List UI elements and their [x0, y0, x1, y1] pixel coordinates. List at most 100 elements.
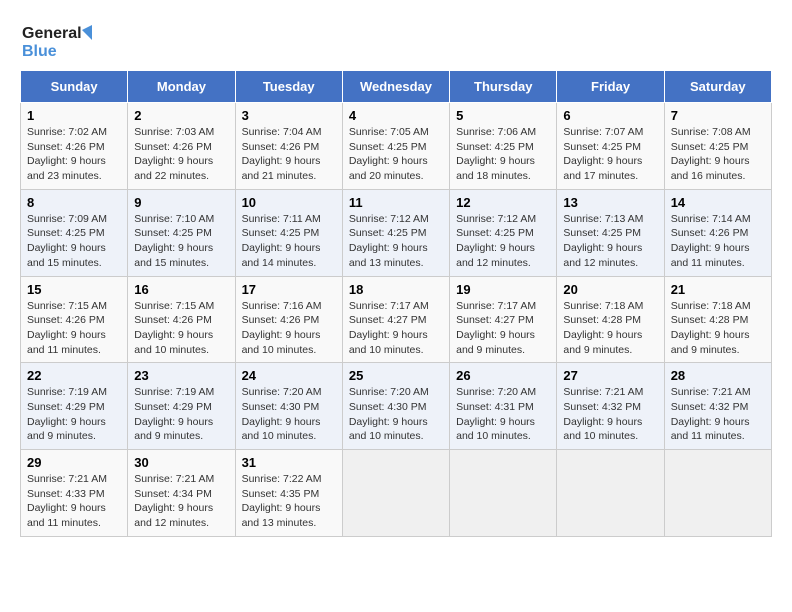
day-number: 14 — [671, 195, 765, 210]
day-number: 9 — [134, 195, 228, 210]
table-row: 13 Sunrise: 7:13 AMSunset: 4:25 PMDayligh… — [557, 189, 664, 276]
day-number: 13 — [563, 195, 657, 210]
table-row: 19 Sunrise: 7:17 AMSunset: 4:27 PMDayligh… — [450, 276, 557, 363]
table-row: 8 Sunrise: 7:09 AMSunset: 4:25 PMDaylight… — [21, 189, 128, 276]
col-header-saturday: Saturday — [664, 71, 771, 103]
table-row: 3Sunrise: 7:04 AMSunset: 4:26 PMDaylight… — [235, 103, 342, 190]
day-info: Sunrise: 7:06 AMSunset: 4:25 PMDaylight:… — [456, 125, 550, 184]
day-number: 11 — [349, 195, 443, 210]
page-header: GeneralBlue — [20, 20, 772, 60]
table-row — [557, 450, 664, 537]
day-info: Sunrise: 7:03 AMSunset: 4:26 PMDaylight:… — [134, 125, 228, 184]
table-row: 4 Sunrise: 7:05 AMSunset: 4:25 PMDaylight… — [342, 103, 449, 190]
table-row: 10 Sunrise: 7:11 AMSunset: 4:25 PMDayligh… — [235, 189, 342, 276]
day-number: 23 — [134, 368, 228, 383]
table-row: 26Sunrise: 7:20 AMSunset: 4:31 PMDayligh… — [450, 363, 557, 450]
day-info: Sunrise: 7:18 AMSunset: 4:28 PMDaylight:… — [563, 299, 657, 358]
table-row: 17Sunrise: 7:16 AMSunset: 4:26 PMDayligh… — [235, 276, 342, 363]
svg-text:Blue: Blue — [22, 43, 57, 60]
day-number: 29 — [27, 455, 121, 470]
table-row: 22Sunrise: 7:19 AMSunset: 4:29 PMDayligh… — [21, 363, 128, 450]
week-row-3: 15 Sunrise: 7:15 AMSunset: 4:26 PMDayligh… — [21, 276, 772, 363]
day-number: 19 — [456, 282, 550, 297]
day-info: Sunrise: 7:12 AMSunset: 4:25 PMDaylight:… — [456, 212, 550, 271]
day-info: Sunrise: 7:21 AMSunset: 4:34 PMDaylight:… — [134, 472, 228, 531]
day-info: Sunrise: 7:21 AMSunset: 4:32 PMDaylight:… — [671, 385, 765, 444]
day-number: 2 — [134, 108, 228, 123]
table-row: 21 Sunrise: 7:18 AMSunset: 4:28 PMDayligh… — [664, 276, 771, 363]
table-row: 29Sunrise: 7:21 AMSunset: 4:33 PMDayligh… — [21, 450, 128, 537]
day-number: 20 — [563, 282, 657, 297]
day-info: Sunrise: 7:02 AMSunset: 4:26 PMDaylight:… — [27, 125, 121, 184]
table-row: 15 Sunrise: 7:15 AMSunset: 4:26 PMDayligh… — [21, 276, 128, 363]
day-number: 12 — [456, 195, 550, 210]
calendar-header: SundayMondayTuesdayWednesdayThursdayFrid… — [21, 71, 772, 103]
week-row-2: 8 Sunrise: 7:09 AMSunset: 4:25 PMDaylight… — [21, 189, 772, 276]
day-number: 18 — [349, 282, 443, 297]
day-number: 6 — [563, 108, 657, 123]
table-row: 11 Sunrise: 7:12 AMSunset: 4:25 PMDayligh… — [342, 189, 449, 276]
col-header-sunday: Sunday — [21, 71, 128, 103]
day-number: 16 — [134, 282, 228, 297]
day-info: Sunrise: 7:15 AMSunset: 4:26 PMDaylight:… — [27, 299, 121, 358]
table-row: 31 Sunrise: 7:22 AMSunset: 4:35 PMDayligh… — [235, 450, 342, 537]
day-info: Sunrise: 7:13 AMSunset: 4:25 PMDaylight:… — [563, 212, 657, 271]
day-info: Sunrise: 7:17 AMSunset: 4:27 PMDaylight:… — [349, 299, 443, 358]
day-info: Sunrise: 7:20 AMSunset: 4:31 PMDaylight:… — [456, 385, 550, 444]
table-row — [342, 450, 449, 537]
day-info: Sunrise: 7:19 AMSunset: 4:29 PMDaylight:… — [27, 385, 121, 444]
table-row: 1 Sunrise: 7:02 AMSunset: 4:26 PMDaylight… — [21, 103, 128, 190]
day-info: Sunrise: 7:19 AMSunset: 4:29 PMDaylight:… — [134, 385, 228, 444]
table-row: 28Sunrise: 7:21 AMSunset: 4:32 PMDayligh… — [664, 363, 771, 450]
day-info: Sunrise: 7:09 AMSunset: 4:25 PMDaylight:… — [27, 212, 121, 271]
svg-text:General: General — [22, 25, 82, 42]
table-row: 30 Sunrise: 7:21 AMSunset: 4:34 PMDayligh… — [128, 450, 235, 537]
day-info: Sunrise: 7:14 AMSunset: 4:26 PMDaylight:… — [671, 212, 765, 271]
table-row: 16 Sunrise: 7:15 AMSunset: 4:26 PMDayligh… — [128, 276, 235, 363]
day-info: Sunrise: 7:05 AMSunset: 4:25 PMDaylight:… — [349, 125, 443, 184]
table-row: 6Sunrise: 7:07 AMSunset: 4:25 PMDaylight… — [557, 103, 664, 190]
table-row: 20 Sunrise: 7:18 AMSunset: 4:28 PMDayligh… — [557, 276, 664, 363]
table-row: 12 Sunrise: 7:12 AMSunset: 4:25 PMDayligh… — [450, 189, 557, 276]
table-row — [450, 450, 557, 537]
day-number: 10 — [242, 195, 336, 210]
day-number: 15 — [27, 282, 121, 297]
day-info: Sunrise: 7:10 AMSunset: 4:25 PMDaylight:… — [134, 212, 228, 271]
day-number: 25 — [349, 368, 443, 383]
day-number: 8 — [27, 195, 121, 210]
table-row: 24 Sunrise: 7:20 AMSunset: 4:30 PMDayligh… — [235, 363, 342, 450]
calendar-table: SundayMondayTuesdayWednesdayThursdayFrid… — [20, 70, 772, 537]
day-number: 31 — [242, 455, 336, 470]
logo-icon: GeneralBlue — [20, 20, 100, 60]
day-info: Sunrise: 7:22 AMSunset: 4:35 PMDaylight:… — [242, 472, 336, 531]
day-info: Sunrise: 7:11 AMSunset: 4:25 PMDaylight:… — [242, 212, 336, 271]
day-number: 3 — [242, 108, 336, 123]
day-number: 5 — [456, 108, 550, 123]
day-info: Sunrise: 7:15 AMSunset: 4:26 PMDaylight:… — [134, 299, 228, 358]
day-info: Sunrise: 7:18 AMSunset: 4:28 PMDaylight:… — [671, 299, 765, 358]
col-header-tuesday: Tuesday — [235, 71, 342, 103]
day-number: 4 — [349, 108, 443, 123]
col-header-wednesday: Wednesday — [342, 71, 449, 103]
day-info: Sunrise: 7:12 AMSunset: 4:25 PMDaylight:… — [349, 212, 443, 271]
table-row: 2 Sunrise: 7:03 AMSunset: 4:26 PMDaylight… — [128, 103, 235, 190]
day-info: Sunrise: 7:08 AMSunset: 4:25 PMDaylight:… — [671, 125, 765, 184]
table-row: 18 Sunrise: 7:17 AMSunset: 4:27 PMDayligh… — [342, 276, 449, 363]
day-info: Sunrise: 7:20 AMSunset: 4:30 PMDaylight:… — [242, 385, 336, 444]
table-row: 7 Sunrise: 7:08 AMSunset: 4:25 PMDaylight… — [664, 103, 771, 190]
table-row: 27Sunrise: 7:21 AMSunset: 4:32 PMDayligh… — [557, 363, 664, 450]
table-row: 14 Sunrise: 7:14 AMSunset: 4:26 PMDayligh… — [664, 189, 771, 276]
day-number: 30 — [134, 455, 228, 470]
day-number: 7 — [671, 108, 765, 123]
day-number: 24 — [242, 368, 336, 383]
week-row-4: 22Sunrise: 7:19 AMSunset: 4:29 PMDayligh… — [21, 363, 772, 450]
col-header-friday: Friday — [557, 71, 664, 103]
col-header-thursday: Thursday — [450, 71, 557, 103]
day-number: 1 — [27, 108, 121, 123]
day-info: Sunrise: 7:17 AMSunset: 4:27 PMDaylight:… — [456, 299, 550, 358]
day-info: Sunrise: 7:20 AMSunset: 4:30 PMDaylight:… — [349, 385, 443, 444]
table-row: 9 Sunrise: 7:10 AMSunset: 4:25 PMDaylight… — [128, 189, 235, 276]
table-row: 5 Sunrise: 7:06 AMSunset: 4:25 PMDaylight… — [450, 103, 557, 190]
table-row: 25 Sunrise: 7:20 AMSunset: 4:30 PMDayligh… — [342, 363, 449, 450]
day-number: 21 — [671, 282, 765, 297]
